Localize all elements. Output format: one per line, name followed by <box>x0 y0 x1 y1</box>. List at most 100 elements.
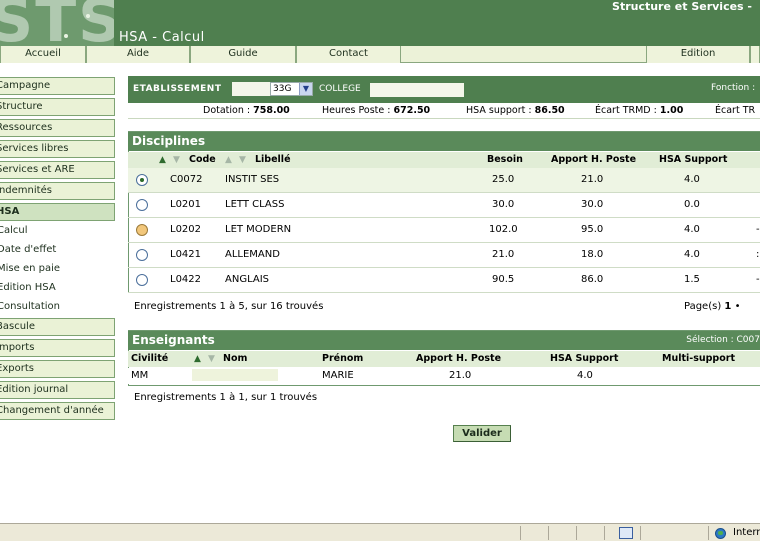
pager: Page(s) 1 • <box>684 301 740 312</box>
college-name-mask <box>370 83 464 97</box>
page-icon <box>619 527 633 539</box>
row-radio[interactable] <box>136 274 148 286</box>
sidebar-item-campagne[interactable]: Campagne <box>0 77 115 95</box>
sidebar-item-ressources[interactable]: Ressources <box>0 119 115 137</box>
status-separator <box>548 526 549 540</box>
table-row[interactable]: L0421 ALLEMAND 21.0 18.0 4.0 : <box>128 243 760 268</box>
sidebar-item-edition-journal[interactable]: Edition journal <box>0 381 115 399</box>
enseignants-title-bar: Enseignants Sélection : C007 <box>128 331 760 350</box>
cell-libelle: LET MODERN <box>225 224 292 235</box>
cell-libelle: ALLEMAND <box>225 249 280 260</box>
cell-extra: : <box>756 249 760 260</box>
nav-aide[interactable]: Aide <box>86 46 190 63</box>
establishment-select[interactable]: 33G ▼ <box>270 82 313 96</box>
sidebar-item-changement-annee[interactable]: Changement d'année <box>0 402 115 420</box>
col-civilite: Civilité <box>131 353 169 364</box>
sidebar-item-exports[interactable]: Exports <box>0 360 115 378</box>
nav-overflow[interactable] <box>750 46 760 63</box>
brand-title: Structure et Services - <box>612 0 752 13</box>
stat-hsa-support: HSA support : 86.50 <box>466 105 565 116</box>
cell-apport: 86.0 <box>581 274 604 285</box>
nav-guide[interactable]: Guide <box>190 46 296 63</box>
chevron-down-icon[interactable]: ▼ <box>299 83 312 95</box>
sort-asc-icon[interactable]: ▲ <box>194 351 201 367</box>
sidebar-sub-calcul[interactable]: Calcul <box>0 222 115 240</box>
top-nav: Accueil Aide Guide Contact Edition <box>0 46 760 63</box>
cell-besoin: 90.5 <box>492 274 515 285</box>
cell-libelle: ANGLAIS <box>225 274 270 285</box>
cell-besoin: 102.0 <box>489 224 518 235</box>
cell-civilite: MM <box>131 370 149 381</box>
stat-dotation: Dotation : 758.00 <box>203 105 290 116</box>
cell-apport: 30.0 <box>581 199 604 210</box>
logo-text: STS <box>0 0 114 46</box>
sort-desc-icon[interactable]: ▼ <box>173 152 180 168</box>
table-row[interactable]: C0072 INSTIT SES 25.0 21.0 4.0 <box>128 168 760 193</box>
sts-logo: STS <box>0 0 114 46</box>
sidebar-item-structure[interactable]: Structure <box>0 98 115 116</box>
establishment-label: ETABLISSEMENT <box>133 84 222 94</box>
sidebar-item-indemnites[interactable]: Indemnités <box>0 182 115 200</box>
table-row[interactable]: L0422 ANGLAIS 90.5 86.0 1.5 - <box>128 268 760 293</box>
cell-besoin: 30.0 <box>492 199 515 210</box>
table-row[interactable]: L0201 LETT CLASS 30.0 30.0 0.0 <box>128 193 760 218</box>
cell-apport: 21.0 <box>449 370 472 381</box>
col-multi-support: Multi-support <box>662 353 735 364</box>
sidebar-sub-consultation[interactable]: Consultation <box>0 298 115 316</box>
cell-code: L0421 <box>170 249 202 260</box>
nav-edition[interactable]: Edition <box>646 46 750 63</box>
pager-current[interactable]: 1 <box>724 301 731 312</box>
sidebar-item-services-libres[interactable]: Services libres <box>0 140 115 158</box>
enseignants-header: Civilité ▲ ▼ Nom Prénom Apport H. Poste … <box>128 351 760 367</box>
sort-asc-icon[interactable]: ▲ <box>159 152 166 168</box>
app-banner: STS Structure et Services - HSA - Calcul <box>0 0 760 46</box>
sidebar-sub-mise-en-paie[interactable]: Mise en paie <box>0 260 115 278</box>
sort-asc-icon[interactable]: ▲ <box>225 152 232 168</box>
sidebar-item-services-are[interactable]: Services et ARE <box>0 161 115 179</box>
cell-hsa: 4.0 <box>684 224 700 235</box>
teacher-name-mask <box>192 369 278 381</box>
sidebar-item-imports[interactable]: Imports <box>0 339 115 357</box>
fonction-label: Fonction : <box>711 83 756 93</box>
nav-contact[interactable]: Contact <box>296 46 401 63</box>
sidebar-item-hsa[interactable]: HSA <box>0 203 115 221</box>
cell-hsa: 4.0 <box>577 370 593 381</box>
row-radio[interactable] <box>136 249 148 261</box>
status-separator <box>520 526 521 540</box>
nav-accueil[interactable]: Accueil <box>0 46 86 63</box>
globe-icon <box>715 528 726 539</box>
pager-next[interactable]: • <box>735 301 741 312</box>
cell-prenom: MARIE <box>322 370 354 381</box>
col-apport: Apport H. Poste <box>416 353 502 364</box>
cell-code: C0072 <box>170 174 203 185</box>
cell-hsa: 4.0 <box>684 174 700 185</box>
cell-besoin: 21.0 <box>492 249 515 260</box>
cell-apport: 21.0 <box>581 174 604 185</box>
logo-dot-icon <box>64 34 68 38</box>
sidebar-sub-edition-hsa[interactable]: Edition HSA <box>0 279 115 297</box>
enseignants-title: Enseignants <box>132 333 215 347</box>
stat-heures-poste: Heures Poste : 672.50 <box>322 105 431 116</box>
sort-desc-icon[interactable]: ▼ <box>239 152 246 168</box>
sort-desc-icon[interactable]: ▼ <box>208 351 215 367</box>
row-radio[interactable] <box>136 224 148 236</box>
col-apport: Apport H. Poste <box>551 154 637 165</box>
col-hsa: HSA Support <box>659 154 728 165</box>
row-radio[interactable] <box>136 199 148 211</box>
college-label: COLLEGE <box>319 84 361 94</box>
table-row[interactable]: L0202 LET MODERN 102.0 95.0 4.0 - <box>128 218 760 243</box>
sidebar-sub-date-effet[interactable]: Date d'effet <box>0 241 115 259</box>
sidebar-item-bascule[interactable]: Bascule <box>0 318 115 336</box>
validate-button[interactable]: Valider <box>453 425 511 442</box>
col-libelle[interactable]: Libellé <box>255 152 291 168</box>
cell-libelle: LETT CLASS <box>225 199 285 210</box>
col-nom[interactable]: Nom <box>223 351 247 367</box>
col-code[interactable]: Code <box>189 152 216 168</box>
logo-dot-icon <box>86 14 90 18</box>
col-besoin: Besoin <box>487 154 523 165</box>
cell-apport: 95.0 <box>581 224 604 235</box>
stats-bar: Dotation : 758.00 Heures Poste : 672.50 … <box>128 103 760 119</box>
cell-hsa: 4.0 <box>684 249 700 260</box>
row-radio[interactable] <box>136 174 148 186</box>
cell-hsa: 1.5 <box>684 274 700 285</box>
